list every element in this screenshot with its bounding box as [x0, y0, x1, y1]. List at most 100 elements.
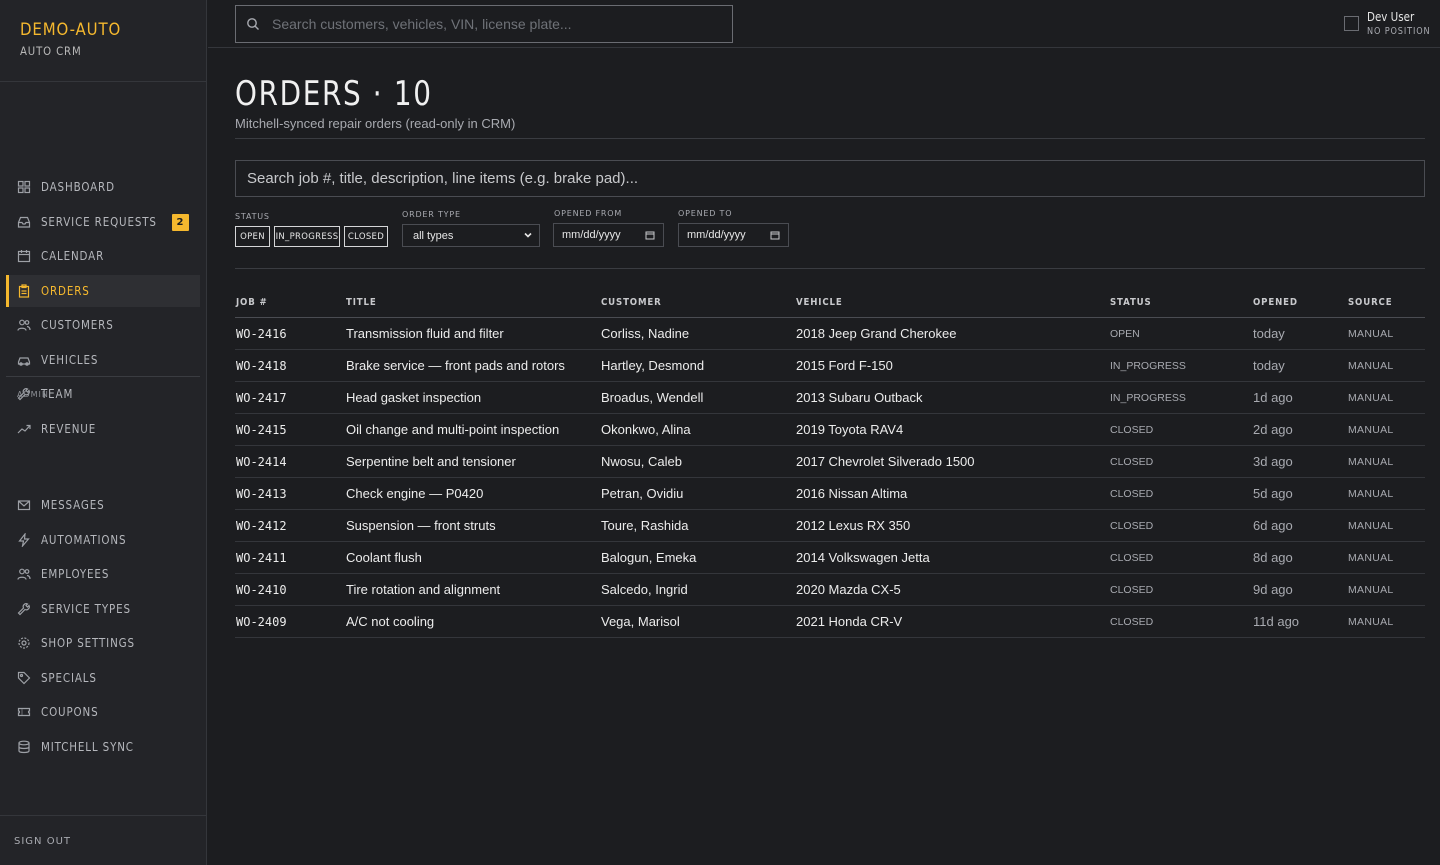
- opened-to-input[interactable]: mm/dd/yyyy: [678, 223, 789, 247]
- table-row[interactable]: WO-2413 Check engine — P0420 Petran, Ovidi…: [235, 478, 1425, 510]
- order-search-input[interactable]: [236, 161, 1424, 196]
- sidebar-item-label: EMPLOYEES: [41, 567, 110, 581]
- table-row[interactable]: WO-2415 Oil change and multi-point inspec…: [235, 414, 1425, 446]
- calendar-icon[interactable]: [645, 230, 655, 243]
- sidebar-item-label: COUPONS: [41, 705, 99, 719]
- opened-from-input[interactable]: mm/dd/yyyy: [553, 223, 664, 247]
- status-chip-closed[interactable]: CLOSED: [344, 226, 388, 247]
- source-label: MANUAL: [1348, 615, 1394, 628]
- header-vehicle[interactable]: VEHICLE: [796, 297, 843, 308]
- ticket-icon: [17, 705, 31, 719]
- sidebar-item-label: ORDERS: [41, 284, 90, 298]
- order-title: A/C not cooling: [346, 614, 435, 629]
- order-title: Check engine — P0420: [346, 486, 484, 501]
- sidebar-item-employees[interactable]: EMPLOYEES: [6, 558, 200, 590]
- sidebar-item-label: SERVICE REQUESTS: [41, 215, 157, 229]
- job-number: WO-2413: [236, 486, 287, 501]
- table-row[interactable]: WO-2409 A/C not cooling Vega, Marisol 2021 …: [235, 606, 1425, 638]
- sidebar-item-label: CUSTOMERS: [41, 318, 114, 332]
- sidebar-item-automations[interactable]: AUTOMATIONS: [6, 524, 200, 556]
- user-avatar[interactable]: [1344, 16, 1359, 31]
- user-name: Dev User: [1367, 10, 1415, 24]
- order-title: Head gasket inspection: [346, 390, 482, 405]
- table-row[interactable]: WO-2412 Suspension — front struts Toure, R…: [235, 510, 1425, 542]
- sidebar-item-revenue[interactable]: REVENUE: [6, 413, 200, 445]
- job-number: WO-2416: [236, 326, 287, 341]
- sidebar: DEMO-AUTO AUTO CRM DASHBOARD SERVICE REQU…: [0, 0, 207, 865]
- sign-out-button[interactable]: SIGN OUT: [14, 836, 71, 847]
- user-menu[interactable]: Dev User NO POSITION: [1344, 10, 1440, 37]
- sidebar-item-shop-settings[interactable]: SHOP SETTINGS: [6, 627, 200, 659]
- status-label: CLOSED: [1110, 487, 1154, 500]
- sidebar-item-label: CALENDAR: [41, 249, 105, 263]
- customer-name: Petran, Ovidiu: [601, 486, 684, 501]
- sidebar-item-dashboard[interactable]: DASHBOARD: [6, 171, 200, 203]
- order-type-select[interactable]: all types: [402, 224, 540, 247]
- sidebar-item-service-requests[interactable]: SERVICE REQUESTS 2: [6, 206, 200, 238]
- status-label: IN_PROGRESS: [1110, 359, 1186, 372]
- table-row[interactable]: WO-2418 Brake service — front pads and ro…: [235, 350, 1425, 382]
- opened-date: 6d ago: [1253, 518, 1293, 533]
- header-title[interactable]: TITLE: [346, 297, 377, 308]
- trend-icon: [17, 422, 31, 436]
- count-badge: 2: [172, 214, 189, 231]
- sidebar-item-orders[interactable]: ORDERS: [6, 275, 200, 307]
- status-label: CLOSED: [1110, 519, 1154, 532]
- brand-subtitle: AUTO CRM: [20, 44, 82, 58]
- sidebar-item-messages[interactable]: MESSAGES: [6, 489, 200, 521]
- page-title: ORDERS · 10: [235, 74, 433, 114]
- sidebar-item-service-types[interactable]: SERVICE TYPES: [6, 593, 200, 625]
- vehicle: 2021 Honda CR-V: [796, 614, 903, 629]
- grid-icon: [17, 180, 31, 194]
- sidebar-item-label: SHOP SETTINGS: [41, 636, 135, 650]
- header-customer[interactable]: CUSTOMER: [601, 297, 662, 308]
- vehicle: 2019 Toyota RAV4: [796, 422, 904, 437]
- status-label: IN_PROGRESS: [1110, 391, 1186, 404]
- sidebar-item-customers[interactable]: CUSTOMERS: [6, 309, 200, 341]
- sidebar-item-coupons[interactable]: COUPONS: [6, 696, 200, 728]
- order-title: Suspension — front struts: [346, 518, 496, 533]
- page-subtitle: Mitchell-synced repair orders (read-only…: [235, 116, 516, 131]
- order-search[interactable]: [235, 160, 1425, 197]
- header-opened[interactable]: OPENED: [1253, 297, 1298, 308]
- customer-name: Balogun, Emeka: [601, 550, 697, 565]
- users-icon: [17, 318, 31, 332]
- opened-date: today: [1253, 358, 1285, 373]
- status-label: CLOSED: [1110, 615, 1154, 628]
- status-chip-in-progress[interactable]: IN_PROGRESS: [274, 226, 340, 247]
- table-row[interactable]: WO-2416 Transmission fluid and filter Corl…: [235, 318, 1425, 350]
- global-search[interactable]: [235, 5, 733, 43]
- table-row[interactable]: WO-2414 Serpentine belt and tensioner Nwos…: [235, 446, 1425, 478]
- gear-icon: [17, 636, 31, 650]
- status-label: CLOSED: [1110, 583, 1154, 596]
- header-source[interactable]: SOURCE: [1348, 297, 1392, 308]
- divider: [235, 268, 1425, 269]
- table-row[interactable]: WO-2411 Coolant flush Balogun, Emeka 2014 V…: [235, 542, 1425, 574]
- vehicle: 2018 Jeep Grand Cherokee: [796, 326, 957, 341]
- table-row[interactable]: WO-2417 Head gasket inspection Broadus, We…: [235, 382, 1425, 414]
- opened-date: today: [1253, 326, 1285, 341]
- clipboard-icon: [17, 284, 31, 298]
- sidebar-item-specials[interactable]: SPECIALS: [6, 662, 200, 694]
- source-label: MANUAL: [1348, 519, 1394, 532]
- brand-name[interactable]: DEMO-AUTO: [20, 20, 184, 40]
- car-icon: [17, 353, 31, 367]
- order-type-label: ORDER TYPE: [402, 210, 461, 219]
- calendar-icon[interactable]: [770, 230, 780, 243]
- opened-from-label: OPENED FROM: [554, 209, 623, 218]
- status-label: OPEN: [1110, 327, 1140, 340]
- header-status[interactable]: STATUS: [1110, 297, 1152, 308]
- opened-to-label: OPENED TO: [678, 209, 733, 218]
- customer-name: Okonkwo, Alina: [601, 422, 691, 437]
- header-job[interactable]: JOB #: [236, 297, 268, 308]
- table-row[interactable]: WO-2410 Tire rotation and alignment Salced…: [235, 574, 1425, 606]
- status-chip-open[interactable]: OPEN: [235, 226, 270, 247]
- source-label: MANUAL: [1348, 551, 1394, 564]
- order-type-value: all types: [413, 229, 454, 242]
- sidebar-item-calendar[interactable]: CALENDAR: [6, 240, 200, 272]
- sidebar-item-vehicles[interactable]: VEHICLES: [6, 344, 200, 376]
- opened-to-value: mm/dd/yyyy: [687, 229, 746, 241]
- global-search-input[interactable]: [272, 16, 712, 32]
- job-number: WO-2418: [236, 358, 287, 373]
- sidebar-item-mitchell-sync[interactable]: MITCHELL SYNC: [6, 731, 200, 763]
